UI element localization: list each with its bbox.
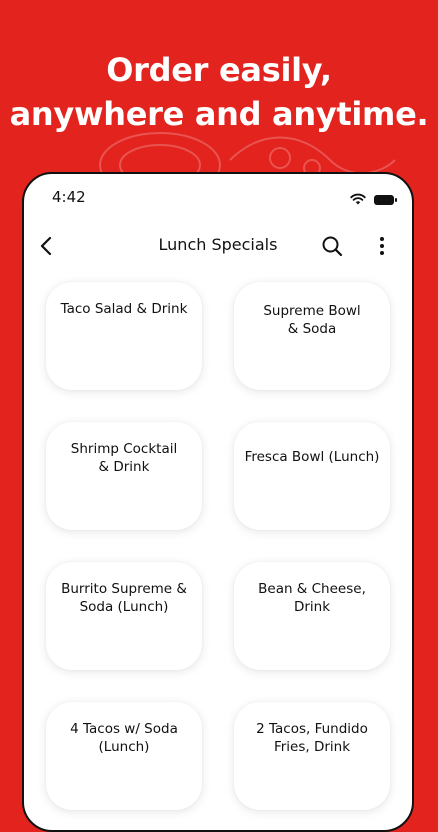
menu-card-label: 4 Tacos w/ Soda (Lunch) [70,721,178,755]
menu-card-label: Supreme Bowl & Soda [263,303,361,337]
menu-card-label: Shrimp Cocktail & Drink [70,441,178,475]
menu-card-label: 2 Tacos, Fundido Fries, Drink [256,721,368,755]
app-bar: Lunch Specials [24,222,412,270]
status-time: 4:42 [52,188,86,206]
search-button[interactable] [316,230,348,262]
promo-line-2: anywhere and anytime. [9,95,429,133]
menu-card[interactable]: Shrimp Cocktail & Drink [46,422,202,530]
status-bar: 4:42 [24,174,412,222]
menu-card[interactable]: 4 Tacos w/ Soda (Lunch) [46,702,202,810]
menu-card-label: Taco Salad & Drink [60,301,188,317]
status-icons [350,190,397,209]
promo-line-1: Order easily, [106,51,332,89]
menu-card[interactable]: Burrito Supreme & Soda (Lunch) [46,562,202,670]
battery-icon [374,194,397,205]
menu-card[interactable]: 2 Tacos, Fundido Fries, Drink [234,702,390,810]
wifi-icon [350,190,366,209]
menu-card[interactable]: Taco Salad & Drink [46,282,202,390]
menu-card[interactable]: Fresca Bowl (Lunch) [234,422,390,530]
menu-card[interactable]: Bean & Cheese, Drink [234,562,390,670]
more-options-button[interactable] [370,230,394,262]
phone-frame: 4:42 Lunch Specials Taco Salad & Drink S… [22,172,414,832]
more-vertical-icon [380,237,384,255]
page-title: Lunch Specials [158,235,278,254]
menu-card-label: Bean & Cheese, Drink [258,581,366,615]
search-icon [322,236,343,257]
menu-card[interactable]: Supreme Bowl & Soda [234,282,390,390]
menu-card-label: Burrito Supreme & Soda (Lunch) [61,581,187,615]
menu-card-label: Fresca Bowl (Lunch) [244,449,380,465]
promo-headline: Order easily, anywhere and anytime. [0,48,438,136]
